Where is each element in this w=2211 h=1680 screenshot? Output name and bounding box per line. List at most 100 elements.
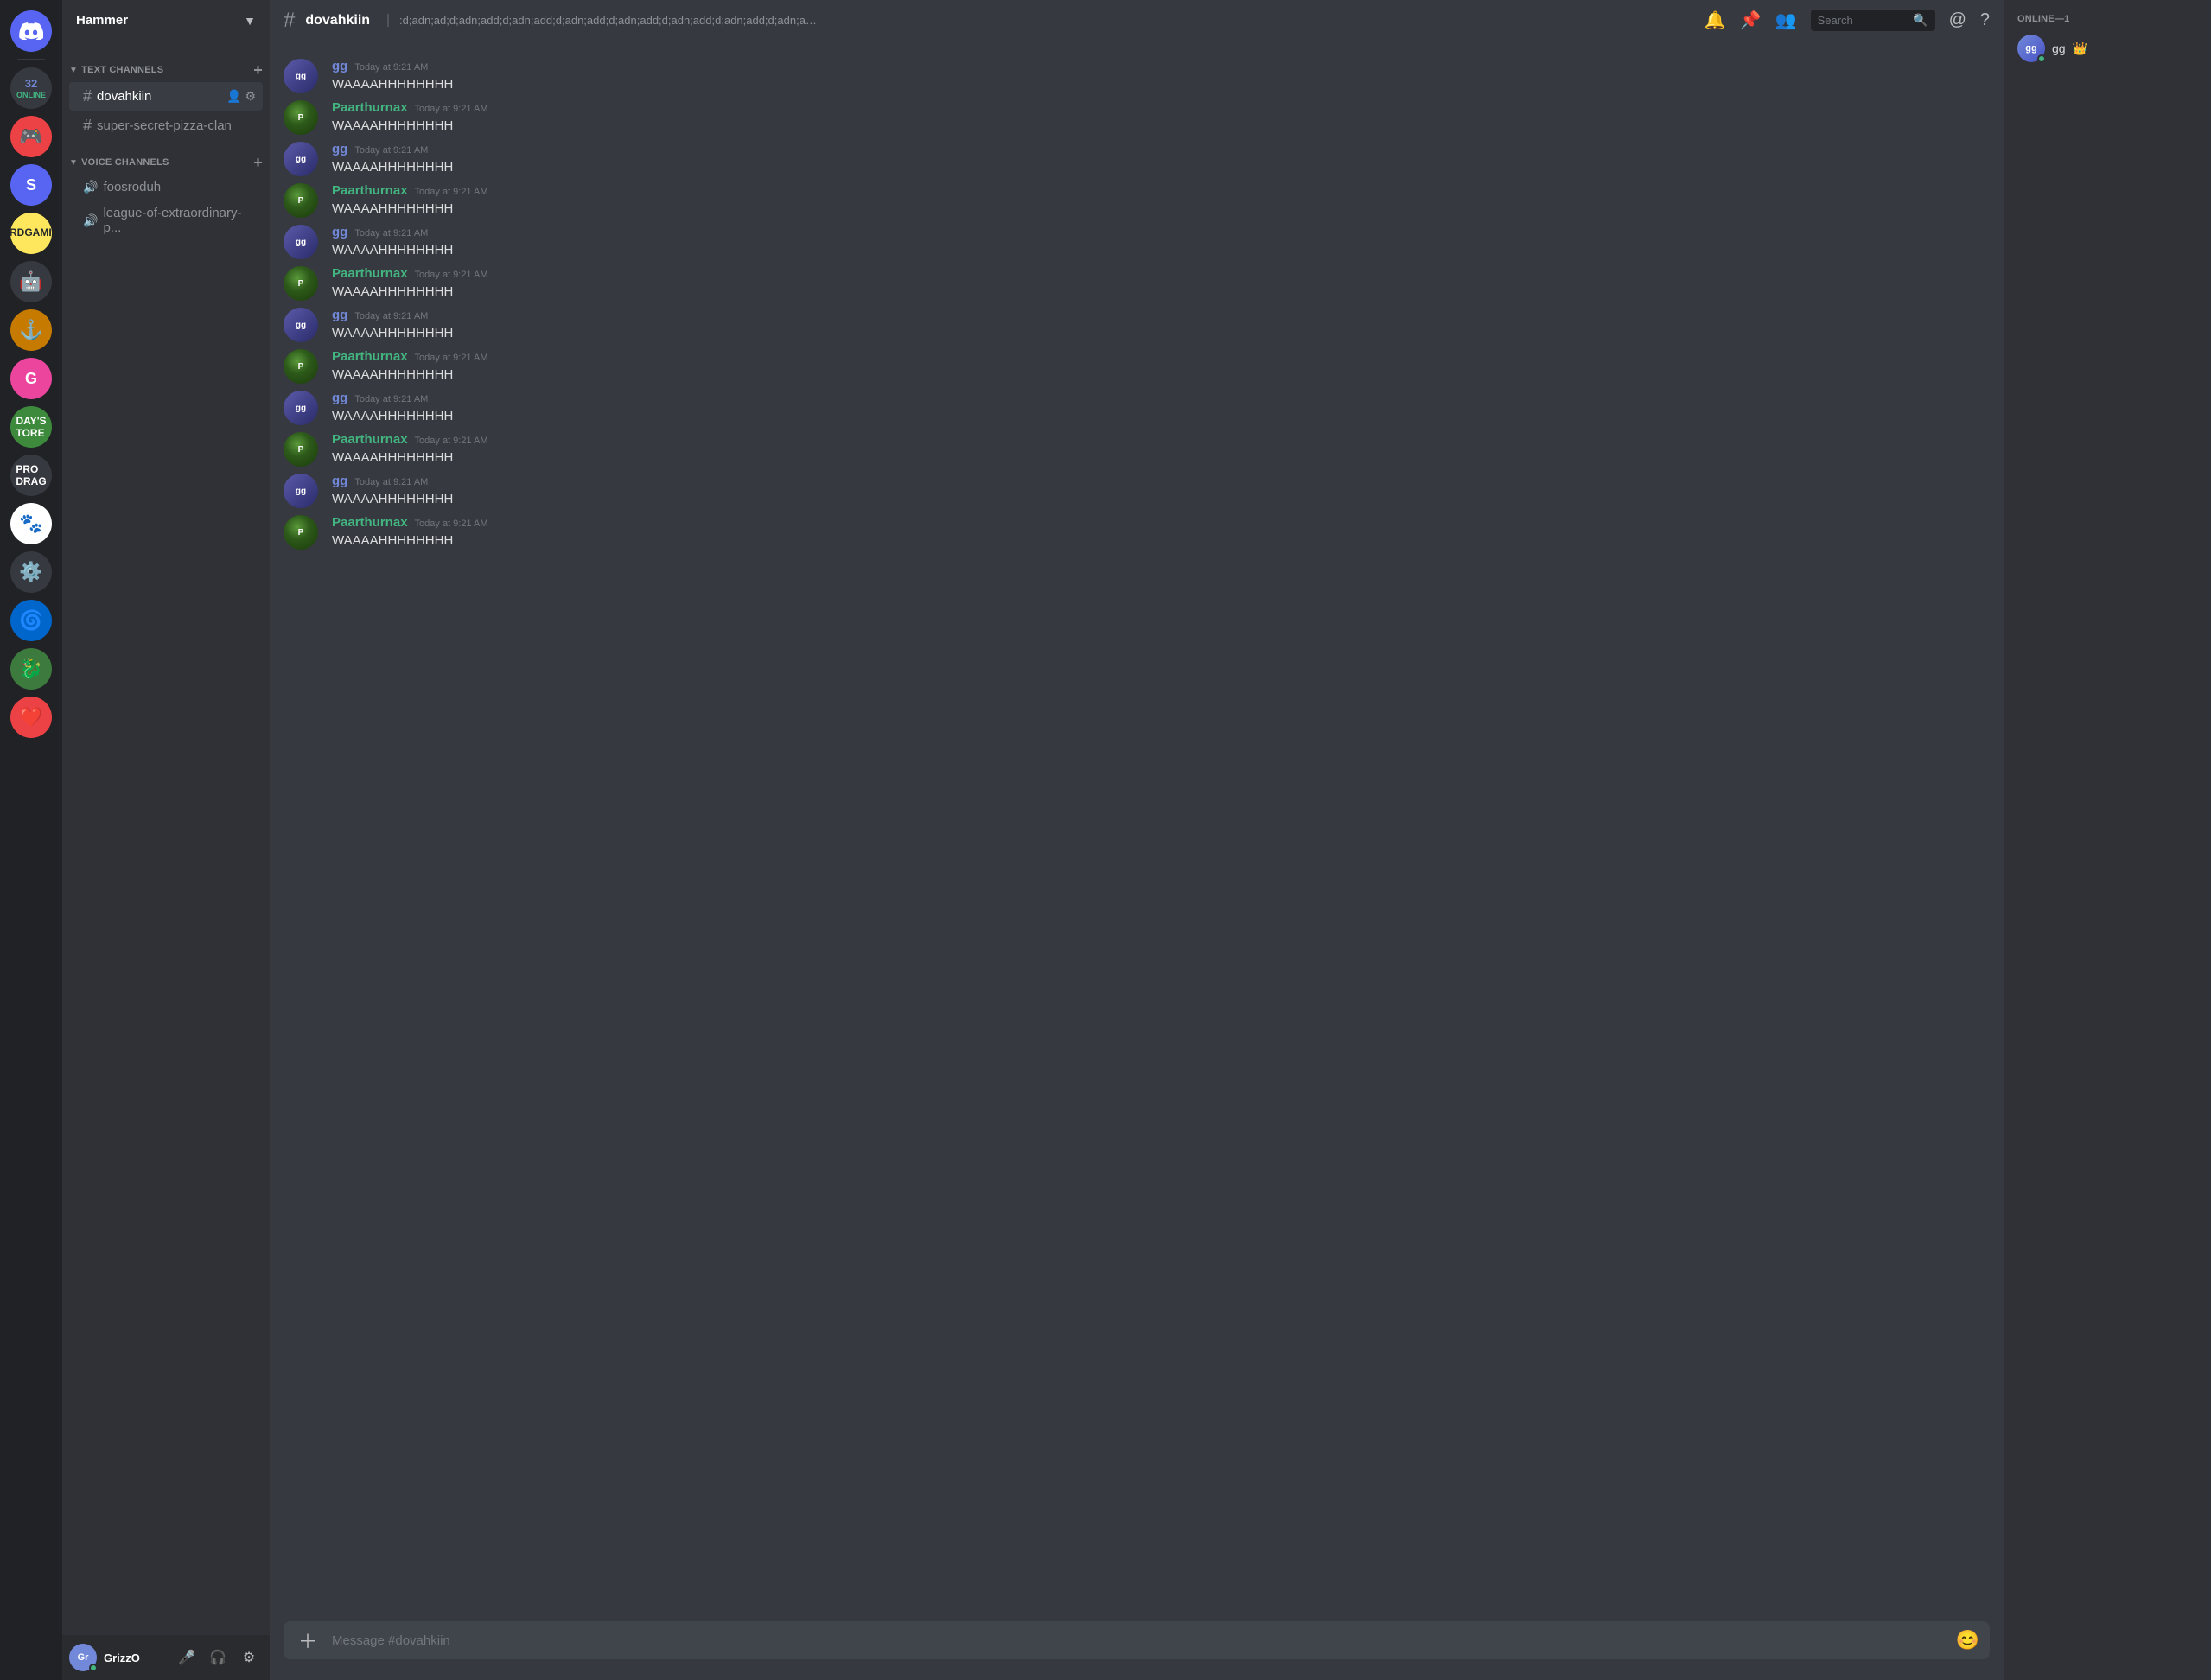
messages-area[interactable]: gg gg Today at 9:21 AM WAAAAHHHHHHHH P P… <box>270 41 2004 1621</box>
message-header: gg Today at 9:21 AM <box>332 225 1990 239</box>
message-author: gg <box>332 59 347 73</box>
server-icon-s7[interactable]: G <box>10 358 52 399</box>
message-text: WAAAAHHHHHHHH <box>332 324 1990 342</box>
server-header[interactable]: Hammer ▼ <box>62 0 270 41</box>
search-bar[interactable]: 🔍 <box>1811 10 1935 31</box>
message-avatar: gg <box>284 474 318 508</box>
message-avatar: gg <box>284 308 318 342</box>
speaker-icon: 🔊 <box>83 180 98 194</box>
server-icon-s3[interactable]: S <box>10 164 52 206</box>
notification-bell-icon[interactable]: 🔔 <box>1704 10 1726 31</box>
message-timestamp: Today at 9:21 AM <box>415 436 488 446</box>
channel-item-pizza[interactable]: # super-secret-pizza-clan <box>69 111 263 140</box>
message-group: P Paarthurnax Today at 9:21 AM WAAAAHHHH… <box>270 429 2004 470</box>
server-icon-s4[interactable]: NERD GAMING <box>10 213 52 254</box>
members-panel: ONLINE—1 gg gg 👑 <box>2004 0 2211 1680</box>
message-timestamp: Today at 9:21 AM <box>415 353 488 363</box>
message-header: Paarthurnax Today at 9:21 AM <box>332 266 1990 281</box>
add-voice-channel-button[interactable]: + <box>253 155 263 170</box>
pin-icon[interactable]: 📌 <box>1740 10 1762 31</box>
channel-name: dovahkiin <box>97 89 226 104</box>
server-icon-s14[interactable]: ❤️ <box>10 697 52 738</box>
add-reaction-button[interactable]: 🙂 <box>1938 270 1962 290</box>
server-icon-s8[interactable]: DAY'STORE <box>10 406 52 448</box>
message-content: gg Today at 9:21 AM WAAAAHHHHHHHH <box>332 142 1990 176</box>
message-header: gg Today at 9:21 AM <box>332 474 1990 488</box>
message-input[interactable] <box>332 1621 1946 1659</box>
channel-item-dovahkiin[interactable]: # dovahkiin 👤 ⚙ <box>69 82 263 111</box>
channel-hash-icon: # <box>284 9 295 33</box>
voice-channels-section[interactable]: ▼ VOICE CHANNELS + <box>62 141 270 174</box>
message-group: P Paarthurnax Today at 9:21 AM WAAAAHHHH… <box>270 512 2004 553</box>
message-header: Paarthurnax Today at 9:21 AM <box>332 432 1990 447</box>
attach-file-button[interactable]: ＋ <box>294 1621 322 1659</box>
hash-icon: # <box>83 117 92 135</box>
channel-sections: ▼ TEXT CHANNELS + # dovahkiin 👤 ⚙ # supe… <box>62 41 270 1635</box>
channel-item-league[interactable]: 🔊 league-of-extraordinary-p... <box>69 200 263 240</box>
message-author: gg <box>332 225 347 239</box>
message-avatar: P <box>284 266 318 301</box>
server-divider <box>17 59 45 60</box>
chevron-down-icon: ▼ <box>244 14 256 28</box>
add-member-icon[interactable]: 👤 <box>226 89 241 104</box>
user-info: GrizzO <box>104 1651 166 1664</box>
member-online-dot <box>2037 54 2046 63</box>
channel-item-foosroduh[interactable]: 🔊 foosroduh <box>69 175 263 200</box>
chat-input: ＋ 😊 <box>284 1621 1990 1659</box>
text-channels-section[interactable]: ▼ TEXT CHANNELS + <box>62 48 270 81</box>
server-icon-s9[interactable]: PRODRAG <box>10 455 52 496</box>
server-icon-dm[interactable] <box>10 10 52 52</box>
message-timestamp: Today at 9:21 AM <box>415 270 488 280</box>
mute-button[interactable]: 🎤 <box>173 1644 201 1671</box>
message-group: P Paarthurnax Today at 9:21 AM WAAAAHHHH… <box>270 97 2004 138</box>
user-settings-button[interactable]: ⚙ <box>235 1644 263 1671</box>
message-text: WAAAAHHHHHHHH <box>332 490 1990 508</box>
message-timestamp: Today at 9:21 AM <box>415 187 488 197</box>
member-avatar: gg <box>2017 35 2045 62</box>
server-icon-s2[interactable]: 🎮 <box>10 116 52 157</box>
add-text-channel-button[interactable]: + <box>253 62 263 78</box>
emoji-button[interactable]: 😊 <box>1956 1629 1979 1651</box>
message-text: WAAAAHHHHHHHH <box>332 407 1990 425</box>
channel-name: super-secret-pizza-clan <box>97 118 256 133</box>
deafen-button[interactable]: 🎧 <box>204 1644 232 1671</box>
message-group: gg gg Today at 9:21 AM WAAAAHHHHHHHH <box>270 304 2004 346</box>
message-author: gg <box>332 391 347 405</box>
member-item-gg[interactable]: gg gg 👑 <box>2010 31 2204 66</box>
online-status-dot <box>89 1664 98 1672</box>
message-content: Paarthurnax Today at 9:21 AM WAAAAHHHHHH… <box>332 266 1990 301</box>
server-icon-s10[interactable]: 🐾 <box>10 503 52 544</box>
message-author: Paarthurnax <box>332 515 408 530</box>
message-timestamp: Today at 9:21 AM <box>415 519 488 529</box>
server-icon-home[interactable]: 32 ONLINE <box>10 67 52 109</box>
user-controls: 🎤 🎧 ⚙ <box>173 1644 263 1671</box>
member-badge: 👑 <box>2073 41 2087 56</box>
server-icon-s6[interactable]: ⚓ <box>10 309 52 351</box>
message-header: gg Today at 9:21 AM <box>332 308 1990 322</box>
message-group: gg gg Today at 9:21 AM WAAAAHHHHHHHH <box>270 470 2004 512</box>
message-header: Paarthurnax Today at 9:21 AM <box>332 100 1990 115</box>
server-icon-s13[interactable]: 🐉 <box>10 648 52 690</box>
message-author: Paarthurnax <box>332 100 408 115</box>
message-avatar: P <box>284 515 318 550</box>
settings-icon[interactable]: ⚙ <box>245 89 256 104</box>
message-header: gg Today at 9:21 AM <box>332 142 1990 156</box>
message-text: WAAAAHHHHHHHH <box>332 531 1990 550</box>
at-icon[interactable]: @ <box>1949 10 1966 30</box>
more-options-button[interactable]: ⋮ <box>1966 270 1986 290</box>
members-icon[interactable]: 👥 <box>1775 10 1797 31</box>
main-chat: # dovahkiin :d;adn;ad;d;adn;add;d;adn;ad… <box>270 0 2004 1680</box>
user-panel: Gr GrizzO 🎤 🎧 ⚙ <box>62 1635 270 1680</box>
help-icon[interactable]: ? <box>1980 10 1990 30</box>
message-content: gg Today at 9:21 AM WAAAAHHHHHHHH <box>332 308 1990 342</box>
search-input[interactable] <box>1818 14 1908 27</box>
chat-header: # dovahkiin :d;adn;ad;d;adn;add;d;adn;ad… <box>270 0 2004 41</box>
message-content: gg Today at 9:21 AM WAAAAHHHHHHHH <box>332 225 1990 259</box>
message-timestamp: Today at 9:21 AM <box>354 394 428 404</box>
server-icon-s5[interactable]: 🤖 <box>10 261 52 302</box>
message-timestamp: Today at 9:21 AM <box>415 104 488 114</box>
message-group: gg gg Today at 9:21 AM WAAAAHHHHHHHH <box>270 387 2004 429</box>
server-icon-s11[interactable]: ⚙️ <box>10 551 52 593</box>
server-icon-s12[interactable]: 🌀 <box>10 600 52 641</box>
message-author: gg <box>332 474 347 488</box>
